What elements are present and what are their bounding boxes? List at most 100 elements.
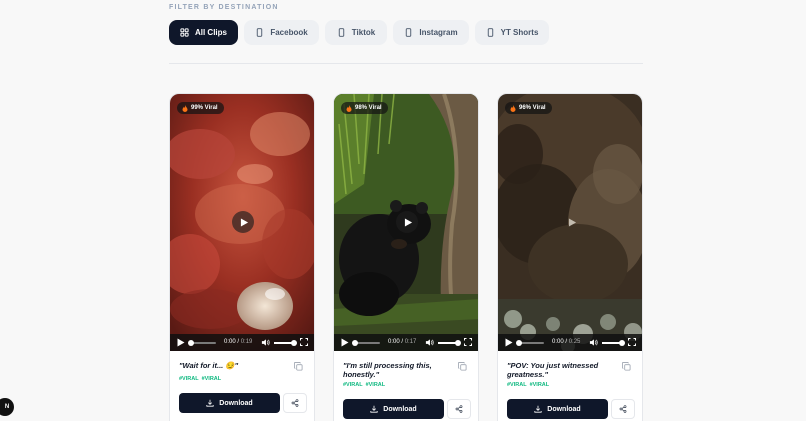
filter-label: YT Shorts <box>500 28 539 37</box>
filter-facebook-button[interactable]: Facebook <box>244 20 319 45</box>
video-controls: 0:00 / 0:19 <box>170 334 314 351</box>
play-overlay-button[interactable] <box>560 211 582 233</box>
play-icon[interactable] <box>341 338 349 347</box>
corner-avatar-badge[interactable]: N <box>0 398 14 416</box>
copy-icon[interactable] <box>622 362 631 371</box>
filter-all-clips-button[interactable]: All Clips <box>169 20 238 45</box>
seek-bar-knob[interactable] <box>516 340 522 346</box>
hashtag: #VIRAL <box>365 382 386 388</box>
volume-slider[interactable] <box>438 340 461 346</box>
current-time: 0:00 <box>552 339 564 345</box>
filter-label: Tiktok <box>351 28 376 37</box>
seek-bar[interactable] <box>516 340 544 346</box>
volume-icon[interactable] <box>589 338 598 347</box>
play-icon[interactable] <box>505 338 513 347</box>
filter-label: All Clips <box>194 28 227 37</box>
video-controls: 0:00 / 0:17 <box>334 334 478 351</box>
play-overlay-button[interactable] <box>232 211 254 233</box>
share-icon <box>619 405 627 413</box>
share-button[interactable] <box>447 399 471 419</box>
volume-icon[interactable] <box>425 338 434 347</box>
clip-caption: "POV: You just witnessed greatness." <box>507 361 599 379</box>
viral-label: 96% Viral <box>519 105 546 111</box>
hashtag: #VIRAL <box>343 382 363 388</box>
phone-icon <box>487 28 493 37</box>
hashtag: #VIRAL <box>179 376 199 382</box>
time-display: 0:00 / 0:25 <box>552 339 581 345</box>
clip-card: 98% Viral 0:00 / 0:17 "I'm still process… <box>333 93 479 421</box>
seek-bar-knob[interactable] <box>352 340 358 346</box>
viral-badge: 98% Viral <box>341 102 388 114</box>
video-player[interactable]: 99% Viral 0:00 / 0:19 <box>170 94 314 351</box>
time-display: 0:00 / 0:17 <box>388 339 417 345</box>
seek-bar-knob[interactable] <box>188 340 194 346</box>
volume-icon[interactable] <box>261 338 270 347</box>
current-time: 0:00 <box>388 339 400 345</box>
grid-icon <box>180 28 189 37</box>
fullscreen-icon[interactable] <box>628 338 636 346</box>
fire-icon <box>182 104 188 112</box>
play-icon <box>404 217 412 227</box>
seek-bar[interactable] <box>352 340 380 346</box>
video-controls: 0:00 / 0:25 <box>498 334 642 351</box>
download-button[interactable]: Download <box>507 399 608 419</box>
play-icon <box>240 217 248 227</box>
duration: 0:25 <box>568 339 581 345</box>
time-display: 0:00 / 0:19 <box>224 339 253 345</box>
download-icon <box>370 405 378 413</box>
hashtag: #VIRAL <box>201 376 222 382</box>
share-icon <box>291 399 299 407</box>
section-divider <box>169 63 643 64</box>
hashtag: #VIRAL <box>529 382 550 388</box>
play-icon <box>568 217 576 227</box>
volume-knob[interactable] <box>291 340 297 346</box>
viral-label: 98% Viral <box>355 105 382 111</box>
seek-bar[interactable] <box>188 340 216 346</box>
filter-yt-shorts-button[interactable]: YT Shorts <box>475 20 549 45</box>
download-label: Download <box>219 399 253 407</box>
play-icon[interactable] <box>177 338 185 347</box>
clip-caption: "Wait for it... 😏" <box>179 361 239 370</box>
video-player[interactable]: 96% Viral 0:00 / 0:25 <box>498 94 642 351</box>
hashtag-list: #VIRAL #VIRAL <box>179 376 221 382</box>
download-icon <box>534 405 542 413</box>
duration: 0:19 <box>240 339 253 345</box>
phone-icon <box>338 28 344 37</box>
hashtag-list: #VIRAL #VIRAL <box>507 382 549 388</box>
fullscreen-icon[interactable] <box>300 338 308 346</box>
filter-heading: FILTER BY DESTINATION <box>169 4 279 11</box>
share-icon <box>455 405 463 413</box>
phone-icon <box>257 28 263 37</box>
copy-icon[interactable] <box>294 362 303 371</box>
fullscreen-icon[interactable] <box>464 338 472 346</box>
destination-filter-bar: All Clips Facebook Tiktok Instagram YT S… <box>169 20 549 45</box>
share-button[interactable] <box>283 393 307 413</box>
filter-label: Facebook <box>270 28 308 37</box>
filter-instagram-button[interactable]: Instagram <box>393 20 469 45</box>
video-player[interactable]: 98% Viral 0:00 / 0:17 <box>334 94 478 351</box>
filter-tiktok-button[interactable]: Tiktok <box>325 20 387 45</box>
play-overlay-button[interactable] <box>396 211 418 233</box>
clip-card: 96% Viral 0:00 / 0:25 "POV: You just wit… <box>497 93 643 421</box>
download-label: Download <box>547 405 581 413</box>
share-button[interactable] <box>611 399 635 419</box>
copy-icon[interactable] <box>458 362 467 371</box>
download-button[interactable]: Download <box>179 393 280 413</box>
download-label: Download <box>383 405 417 413</box>
current-time: 0:00 <box>224 339 236 345</box>
volume-knob[interactable] <box>455 340 461 346</box>
fire-icon <box>346 104 352 112</box>
download-icon <box>206 399 214 407</box>
viral-badge: 99% Viral <box>177 102 224 114</box>
phone-icon <box>406 28 412 37</box>
volume-knob[interactable] <box>619 340 625 346</box>
filter-label: Instagram <box>419 28 458 37</box>
viral-label: 99% Viral <box>191 105 218 111</box>
hashtag-list: #VIRAL #VIRAL <box>343 382 385 388</box>
volume-slider[interactable] <box>274 340 297 346</box>
duration: 0:17 <box>404 339 417 345</box>
volume-slider[interactable] <box>602 340 625 346</box>
download-button[interactable]: Download <box>343 399 444 419</box>
clip-card: 99% Viral 0:00 / 0:19 "Wait for it... 😏"… <box>169 93 315 421</box>
hashtag: #VIRAL <box>507 382 527 388</box>
